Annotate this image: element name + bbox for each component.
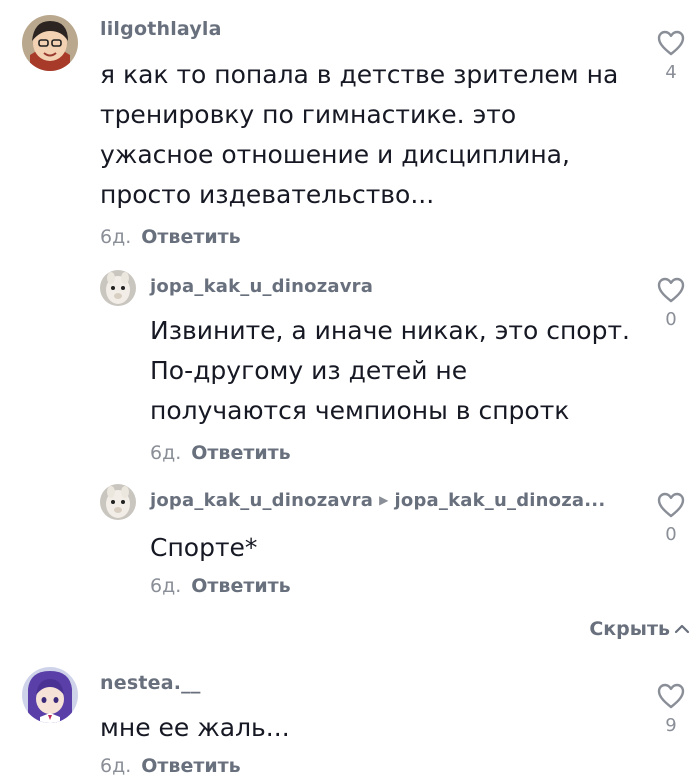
comment-text: я как то попала в детстве зрителем на тр… <box>100 55 618 215</box>
comment-text: мне ее жаль... <box>100 708 290 748</box>
username[interactable]: jopa_kak_u_dinozavra <box>150 276 373 297</box>
like-count: 9 <box>665 715 677 736</box>
reply-button[interactable]: Ответить <box>141 755 240 777</box>
reply-arrow-icon: ▶ <box>379 493 389 507</box>
reply-button[interactable]: Ответить <box>191 442 290 464</box>
reply-button[interactable]: Ответить <box>141 226 240 248</box>
username[interactable]: nestea.__ <box>100 672 201 694</box>
like-button[interactable]: 4 <box>651 30 691 83</box>
chevron-up-icon <box>674 624 690 634</box>
like-button[interactable]: 0 <box>651 277 691 330</box>
username[interactable]: lilgothlayla <box>100 18 222 40</box>
timestamp: 6д. <box>150 575 182 597</box>
comment-line: я как то попала в детстве зрителем на <box>100 60 619 89</box>
heart-icon <box>657 683 685 709</box>
like-button[interactable]: 9 <box>651 683 691 736</box>
comment-line: Спорте* <box>150 533 258 562</box>
avatar[interactable] <box>100 484 136 520</box>
comment-text: Спорте* <box>150 528 257 568</box>
timestamp: 6д. <box>100 226 132 248</box>
timestamp: 6д. <box>100 755 132 777</box>
heart-icon <box>657 30 685 56</box>
comment-line: По-другому из детей не <box>150 356 468 385</box>
avatar[interactable] <box>22 667 78 723</box>
heart-icon <box>657 492 685 518</box>
comment-meta: 6д. Ответить <box>100 755 241 777</box>
avatar[interactable] <box>100 270 136 306</box>
like-count: 4 <box>665 62 677 83</box>
reply-header: jopa_kak_u_dinozavra ▶ jopa_kak_u_dinoza..… <box>150 490 605 511</box>
comment-line: тренировку по гимнастике. это <box>100 100 517 129</box>
hide-replies-label: Скрыть <box>589 618 670 640</box>
hide-replies-button[interactable]: Скрыть <box>589 618 690 640</box>
comment-line: мне ее жаль... <box>100 713 290 742</box>
comment-line: получаются чемпионы в спротк <box>150 396 570 425</box>
comment-line: ужасное отношение и дисциплина, <box>100 140 570 169</box>
timestamp: 6д. <box>150 442 182 464</box>
comment-text: Извините, а иначе никак, это спорт. По-д… <box>150 311 630 431</box>
heart-icon <box>657 277 685 303</box>
comment-meta: 6д. Ответить <box>100 226 241 248</box>
like-count: 0 <box>665 309 677 330</box>
like-count: 0 <box>665 524 677 545</box>
like-button[interactable]: 0 <box>651 492 691 545</box>
reply-to-username[interactable]: jopa_kak_u_dinoza... <box>395 490 606 511</box>
comment-line: Извините, а иначе никак, это спорт. <box>150 316 630 345</box>
comment-meta: 6д. Ответить <box>150 442 291 464</box>
comment-meta: 6д. Ответить <box>150 575 291 597</box>
username[interactable]: jopa_kak_u_dinozavra <box>150 490 373 511</box>
reply-button[interactable]: Ответить <box>191 575 290 597</box>
avatar[interactable] <box>22 15 78 71</box>
comment-line: просто издевательство... <box>100 180 435 209</box>
